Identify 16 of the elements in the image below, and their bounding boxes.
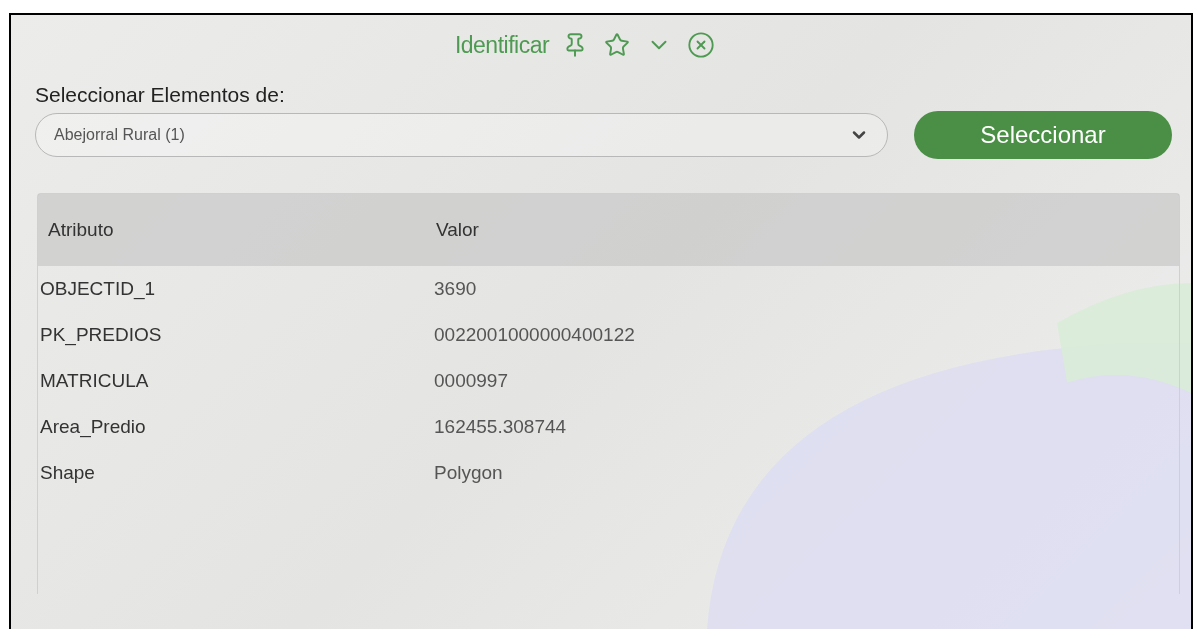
table-cell-text: 0022001000000400122 xyxy=(433,324,636,346)
table-cell-text: OBJECTID_1 xyxy=(39,278,157,300)
column-header: Valor xyxy=(435,219,480,241)
table-cell-text: MATRICULA xyxy=(39,370,150,392)
select-button[interactable]: Seleccionar xyxy=(914,111,1172,159)
table-cell-text: PK_PREDIOS xyxy=(39,324,163,346)
table-cell-text: Area_Predio xyxy=(39,416,147,438)
column-header: Atributo xyxy=(47,219,115,241)
panel-title: Identificar xyxy=(454,31,550,59)
table-cell-text: 162455.308744 xyxy=(433,416,568,438)
layer-select[interactable]: Abejorral Rural (1) xyxy=(35,113,888,157)
table-cell-text: 3690 xyxy=(433,278,478,300)
table-cell-text: 0000997 xyxy=(433,370,509,392)
table-cell-text: Polygon xyxy=(433,462,504,484)
select-label: Seleccionar Elementos de: xyxy=(35,83,286,107)
table-cell-text: Shape xyxy=(39,462,96,484)
